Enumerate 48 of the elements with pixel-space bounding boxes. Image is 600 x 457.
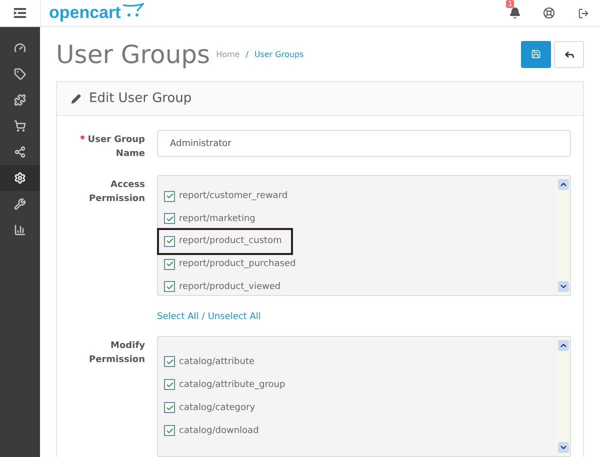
permission-label: catalog/download	[179, 426, 259, 436]
logo[interactable]: opencart	[49, 3, 144, 23]
settings-icon[interactable]	[0, 165, 40, 191]
scroll-up-icon[interactable]	[559, 180, 568, 189]
scrollbar[interactable]	[557, 337, 570, 456]
breadcrumb-link[interactable]: User Groups	[254, 50, 304, 58]
permission-label: report/product_custom	[179, 236, 282, 246]
checkbox[interactable]	[164, 190, 175, 202]
unselect-all-link[interactable]: Unselect All	[208, 312, 261, 322]
page-title: User Groups	[56, 40, 210, 68]
permission-label: report/product_purchased	[179, 259, 296, 270]
panel-title: Edit User Group	[89, 91, 192, 106]
permission-label: catalog/attribute_group	[179, 380, 286, 390]
field-label-text: User Group Name	[88, 135, 145, 159]
input-field[interactable]: Administrator	[157, 130, 571, 157]
checkbox[interactable]	[164, 258, 175, 270]
breadcrumb-link[interactable]: Home	[216, 50, 240, 58]
save-button[interactable]	[521, 40, 551, 68]
permission-label: report/product_viewed	[179, 282, 281, 292]
field-label: Modify Permission	[88, 340, 145, 367]
checkbox[interactable]	[164, 379, 175, 390]
permission-label: catalog/attribute	[179, 356, 255, 366]
checkbox[interactable]	[164, 281, 175, 292]
checkbox[interactable]	[164, 213, 175, 224]
checkbox[interactable]	[164, 236, 175, 247]
permission-list[interactable]: catalog/attribute catalog/attribute_group catalog/category catalog/download	[157, 336, 571, 457]
save-icon	[531, 49, 541, 59]
field-label: Access Permission	[88, 179, 145, 206]
permission-label: report/marketing	[179, 214, 256, 224]
scroll-down-icon[interactable]	[559, 282, 568, 291]
cart-logo-icon	[122, 3, 144, 17]
permission-list[interactable]: report/customer_reward report/marketing report/product_custom report/product_purchased report/product_viewed	[157, 175, 571, 296]
checkbox[interactable]	[164, 402, 175, 413]
pencil-icon	[71, 94, 81, 104]
checkbox[interactable]	[164, 356, 175, 367]
back-button[interactable]	[554, 40, 584, 68]
reply-icon	[564, 48, 574, 60]
breadcrumb-separator: /	[246, 50, 248, 58]
scroll-down-icon[interactable]	[559, 443, 568, 452]
select-all-link[interactable]: Select All	[157, 312, 199, 322]
checkbox[interactable]	[164, 425, 175, 436]
required-mark: *	[80, 135, 85, 145]
separator: /	[202, 312, 205, 322]
scrollbar[interactable]	[557, 176, 570, 295]
scroll-up-icon[interactable]	[559, 341, 568, 350]
notification-bell-icon[interactable]	[509, 7, 521, 19]
permission-label: report/customer_reward	[179, 191, 288, 202]
permission-label: catalog/category	[179, 402, 256, 412]
